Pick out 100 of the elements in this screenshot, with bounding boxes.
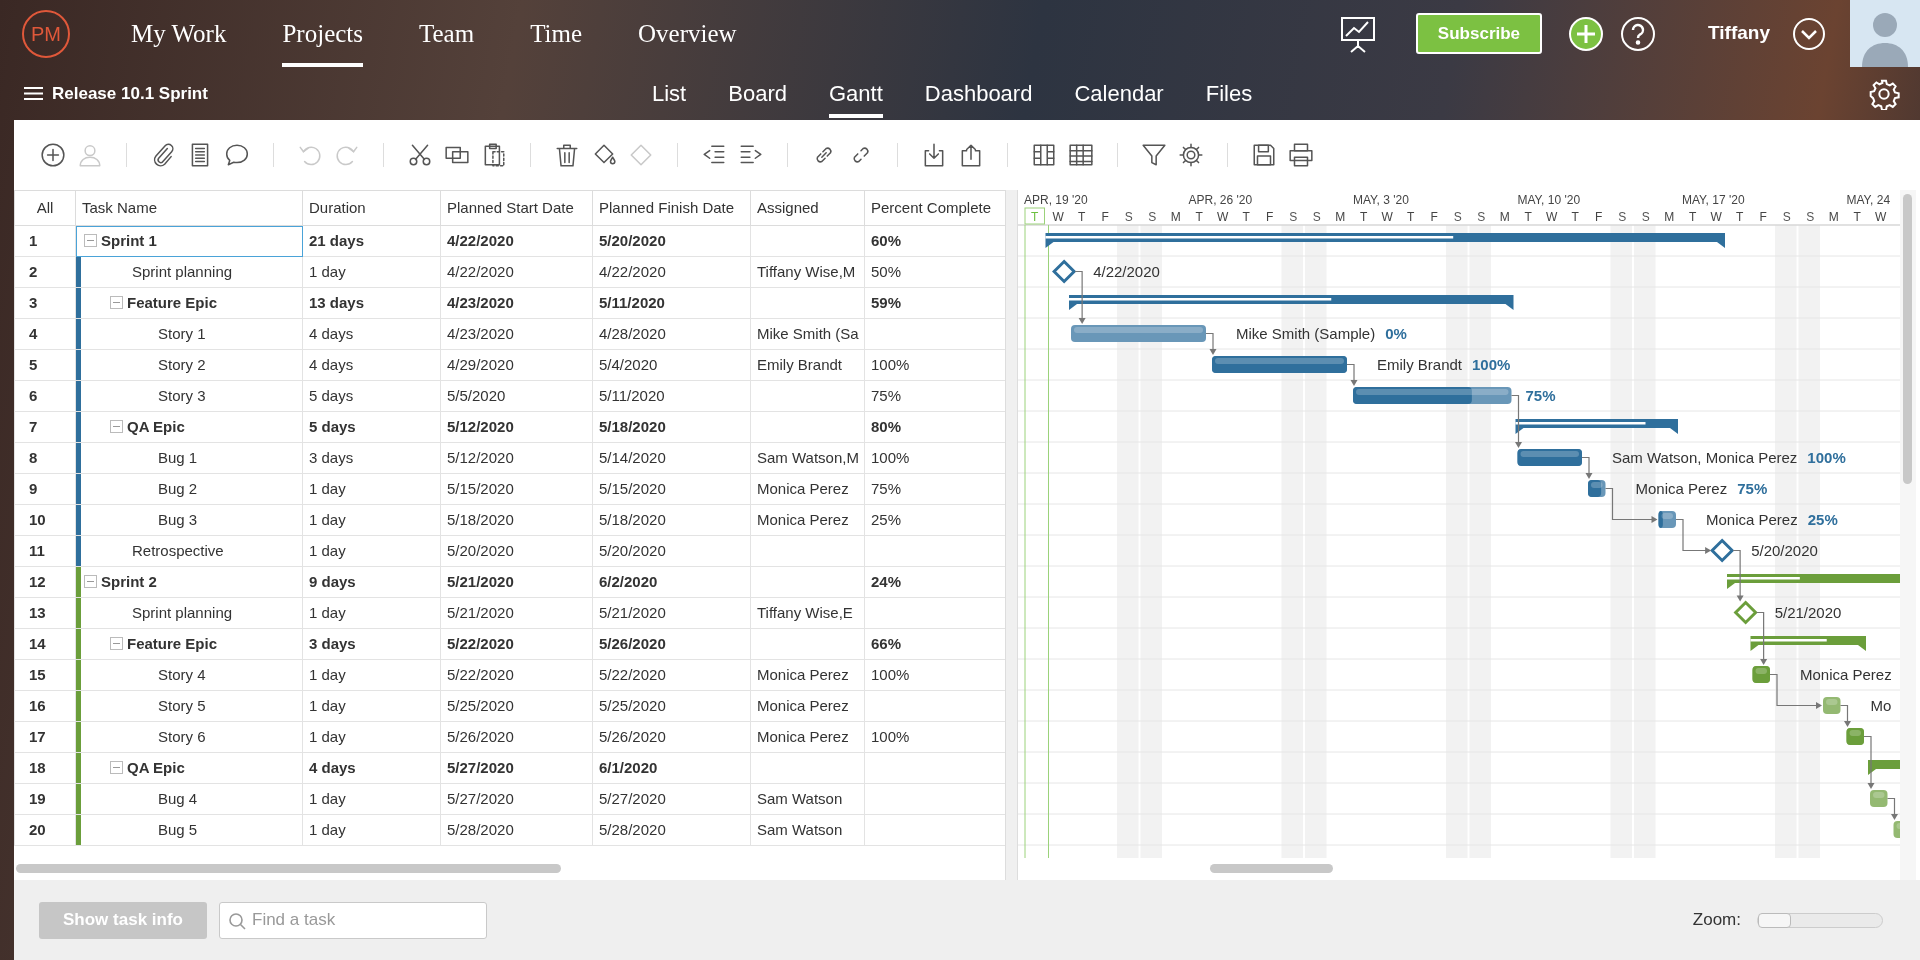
- view-tab[interactable]: List: [652, 67, 687, 120]
- task-name-cell[interactable]: QA Epic: [75, 411, 303, 443]
- collapse-icon[interactable]: [110, 295, 123, 309]
- task-name-cell[interactable]: Story 5: [75, 690, 303, 722]
- task-bar: [1870, 790, 1888, 807]
- nav-link[interactable]: Overview: [638, 0, 737, 67]
- collapse-icon[interactable]: [110, 419, 123, 433]
- table-cell: 5/21/2020: [440, 566, 593, 598]
- day-label: T: [1524, 210, 1532, 224]
- view-tab[interactable]: Gantt: [828, 67, 883, 120]
- task-name: Bug 4: [158, 789, 198, 807]
- resource-label: Sam Watson, Monica Perez: [1612, 448, 1798, 466]
- milestone-diamond: [1052, 259, 1077, 284]
- task-name-cell[interactable]: Retrospective: [75, 535, 303, 567]
- filter-icon[interactable]: [1141, 142, 1167, 168]
- collapse-icon[interactable]: [110, 760, 123, 774]
- day-label: T: [1360, 210, 1368, 224]
- logo[interactable]: PM: [22, 9, 70, 58]
- task-name-cell[interactable]: Feature Epic: [75, 287, 303, 319]
- row-number: 9: [14, 473, 76, 505]
- view-tab[interactable]: Files: [1205, 67, 1253, 120]
- table-cell: 4 days: [302, 318, 441, 350]
- table-cell: 5/28/2020: [592, 814, 751, 846]
- column-header[interactable]: Planned Finish Date: [592, 190, 751, 226]
- column-header[interactable]: Task Name: [75, 190, 303, 226]
- view-tab[interactable]: Dashboard: [924, 67, 1033, 120]
- task-name: Story 2: [158, 355, 206, 373]
- task-name-cell[interactable]: Bug 3: [75, 504, 303, 536]
- collapse-icon[interactable]: [84, 574, 97, 588]
- zoom-slider[interactable]: [1757, 912, 1883, 928]
- view-tab[interactable]: Calendar: [1074, 67, 1164, 120]
- column-header[interactable]: Assigned: [750, 190, 865, 226]
- speech-bubble-icon[interactable]: [224, 142, 250, 168]
- day-label: T: [1853, 210, 1861, 224]
- task-name-cell[interactable]: Story 2: [75, 349, 303, 381]
- column-header[interactable]: Duration: [302, 190, 441, 226]
- collapse-icon[interactable]: [110, 636, 123, 650]
- search-field[interactable]: Find a task: [219, 901, 487, 939]
- task-name-cell[interactable]: Sprint 2: [75, 566, 303, 598]
- columns-icon[interactable]: [1031, 142, 1057, 168]
- task-name-cell[interactable]: QA Epic: [75, 752, 303, 784]
- task-name-cell[interactable]: Sprint planning: [75, 597, 303, 629]
- row-number: 12: [14, 566, 76, 598]
- table-cell: 5/21/2020: [592, 597, 751, 629]
- scrollbar-thumb[interactable]: [1210, 864, 1333, 873]
- nav-link[interactable]: Time: [530, 0, 583, 67]
- task-name-cell[interactable]: Story 3: [75, 380, 303, 412]
- collapse-icon[interactable]: [84, 233, 97, 247]
- view-tab[interactable]: Board: [728, 67, 787, 120]
- trash-icon[interactable]: [554, 142, 580, 168]
- task-name-cell[interactable]: Story 6: [75, 721, 303, 753]
- table-cell: 5/28/2020: [440, 814, 593, 846]
- task-name-cell[interactable]: Feature Epic: [75, 628, 303, 660]
- table-cell: Monica Perez: [750, 504, 865, 536]
- task-bar: [1517, 449, 1582, 466]
- help-icon[interactable]: [1620, 15, 1657, 52]
- week-label: MAY, 17 '20: [1682, 193, 1745, 207]
- task-name-cell[interactable]: Sprint 1: [75, 225, 303, 257]
- row-number: 5: [14, 349, 76, 381]
- table-cell: 5/14/2020: [592, 442, 751, 474]
- column-header[interactable]: All: [14, 190, 76, 226]
- task-name-cell[interactable]: Bug 1: [75, 442, 303, 474]
- day-label: F: [1430, 210, 1438, 224]
- table-cell: 5/22/2020: [440, 628, 593, 660]
- table-cell: 6/1/2020: [592, 752, 751, 784]
- nav-link[interactable]: Team: [419, 0, 475, 67]
- row-number: 11: [14, 535, 76, 567]
- settings-icon[interactable]: [1178, 142, 1204, 168]
- table-cell: 5/22/2020: [592, 659, 751, 691]
- settings-icon[interactable]: [1868, 77, 1900, 110]
- column-header[interactable]: Planned Start Date: [440, 190, 593, 226]
- task-name-cell[interactable]: Story 4: [75, 659, 303, 691]
- table-icon[interactable]: [1068, 142, 1094, 168]
- table-cell: Monica Perez: [750, 659, 865, 691]
- table-cell: 5/20/2020: [592, 535, 751, 567]
- day-label: S: [1124, 210, 1133, 224]
- task-name-cell[interactable]: Story 1: [75, 318, 303, 350]
- table-cell: 4 days: [302, 752, 441, 784]
- task-name-cell[interactable]: Sprint planning: [75, 256, 303, 288]
- day-label: S: [1641, 210, 1650, 224]
- scrollbar-thumb[interactable]: [1903, 194, 1912, 484]
- table-cell: 5/18/2020: [592, 504, 751, 536]
- milestone-diamond: [1733, 600, 1758, 625]
- chevron-down-icon[interactable]: [1792, 16, 1826, 51]
- task-name-cell[interactable]: Bug 2: [75, 473, 303, 505]
- nav-link[interactable]: Projects: [282, 0, 363, 67]
- table-cell: 4/23/2020: [440, 318, 593, 350]
- task-name-cell[interactable]: Bug 4: [75, 783, 303, 815]
- user-name[interactable]: Tiffany: [1708, 19, 1770, 48]
- resource-label: Emily Brandt: [1377, 355, 1463, 373]
- scissors-icon[interactable]: [407, 142, 433, 168]
- save-icon[interactable]: [1251, 142, 1277, 168]
- print-icon[interactable]: [1288, 142, 1314, 168]
- menu-icon[interactable]: [24, 86, 43, 101]
- task-name-cell[interactable]: Bug 5: [75, 814, 303, 846]
- nav-link[interactable]: My Work: [131, 0, 227, 67]
- scrollbar-thumb[interactable]: [16, 864, 561, 873]
- slider-thumb[interactable]: [1758, 912, 1791, 928]
- add-icon[interactable]: [40, 142, 66, 168]
- table-cell: 1 day: [302, 659, 441, 691]
